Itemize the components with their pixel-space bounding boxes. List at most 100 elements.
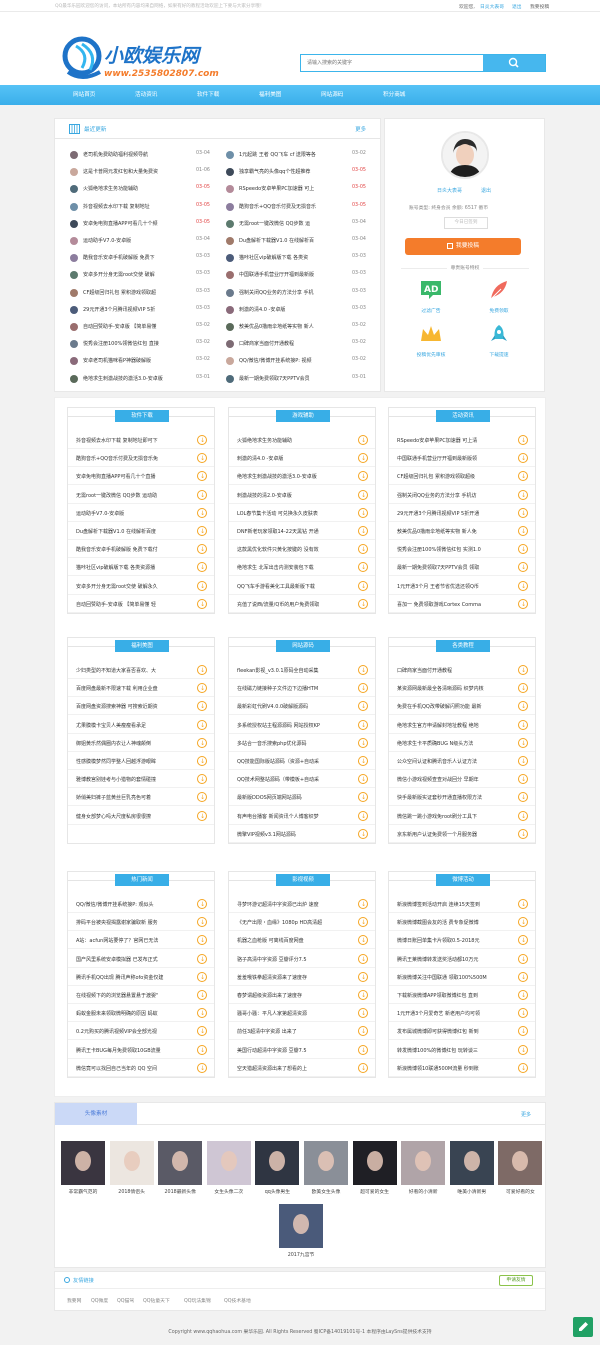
download-icon[interactable]: ↓ <box>358 489 368 500</box>
category-item[interactable]: 腾讯手机QQ出现 腾讯声称ofo资金仅建 ↓ <box>68 969 214 986</box>
avatar-thumb-image[interactable] <box>279 1204 323 1248</box>
download-icon[interactable]: ↓ <box>358 1026 368 1037</box>
category-item[interactable]: 空天猎超清资源出来了想看的上 ↓ <box>229 1060 375 1077</box>
avatar-thumb-image[interactable] <box>401 1141 446 1185</box>
recent-item-title[interactable]: 1元起跳 王者 QQ飞车 cf 送限等各 <box>239 151 349 158</box>
download-icon[interactable]: ↓ <box>518 701 528 712</box>
avatar-thumb-image[interactable] <box>498 1141 543 1185</box>
download-icon[interactable]: ↓ <box>518 683 528 694</box>
download-icon[interactable]: ↓ <box>358 453 368 464</box>
category-item-title[interactable]: 口碑商家当面付开通教程 <box>397 667 509 674</box>
category-item[interactable]: QQ技能国际版站源码（资源+自动采 ↓ <box>229 753 375 770</box>
avatar-thumb-caption[interactable]: 好看的小清新 <box>401 1188 445 1195</box>
category-item[interactable]: 京东新用户认证免费领一个月服务器 ↓ <box>389 826 535 843</box>
download-icon[interactable]: ↓ <box>358 683 368 694</box>
download-icon[interactable]: ↓ <box>197 990 207 1000</box>
category-title[interactable]: 微博活动 <box>436 874 490 886</box>
download-icon[interactable]: ↓ <box>358 435 368 445</box>
download-icon[interactable]: ↓ <box>358 665 368 675</box>
category-item[interactable]: 敖美优品0撸雨伞地纸等实物 新人免 ↓ <box>389 523 535 540</box>
avatar-thumb[interactable]: 可爱好看的女 <box>498 1141 543 1197</box>
avatar-thumb[interactable]: 欧美女生头像 <box>304 1141 348 1197</box>
download-icon[interactable]: ↓ <box>358 598 368 609</box>
category-title[interactable]: 网站源码 <box>276 640 330 652</box>
search-button[interactable] <box>483 55 545 71</box>
category-item-title[interactable]: 微信跳一跳小游戏免root刷分工具下 <box>397 813 509 820</box>
category-item[interactable]: 蚂蚁金服未来领取微明确的原因 蚂蚁 ↓ <box>68 1005 214 1023</box>
download-icon[interactable]: ↓ <box>358 507 368 518</box>
download-icon[interactable]: ↓ <box>197 917 207 928</box>
download-icon[interactable]: ↓ <box>518 489 528 500</box>
category-item[interactable]: 在线视频下的的浏览器悬置悬于渡婴" ↓ <box>68 987 214 1004</box>
download-icon[interactable]: ↓ <box>197 526 207 536</box>
recent-item-title[interactable]: 火狐绝地求生务功能辅助 <box>83 185 193 192</box>
category-item-title[interactable]: 充值了说西/流量/Q币的用户免费领取 <box>237 601 349 608</box>
download-icon[interactable]: ↓ <box>518 526 528 536</box>
recent-item-title[interactable]: 强制关闭QQ业务的方法分享 手机 <box>239 289 349 296</box>
category-item[interactable]: 骚哥小骚：平凡人家第超清资源 ↓ <box>229 1005 375 1023</box>
recent-item[interactable]: 酷狗音乐+QQ音乐付费及无损音乐 03-05 <box>211 201 374 213</box>
category-item[interactable]: 微信竟可以找回自己当年的 QQ 空间 ↓ <box>68 1060 214 1077</box>
download-icon[interactable]: ↓ <box>518 1062 528 1073</box>
category-item-title[interactable]: 京东新用户认证免费领一个月服务器 <box>397 831 509 838</box>
category-item-title[interactable]: 刺激的清4.0 -安卓版 <box>237 455 349 462</box>
category-item-title[interactable]: 寻梦环游记超清中字资源已出炉 速度 <box>237 901 349 908</box>
friend-link[interactable]: QQ技术基地 <box>224 1297 251 1304</box>
category-item-title[interactable]: 酷狗音乐+QQ音乐付费及无损音乐免 <box>76 455 188 462</box>
recent-item[interactable]: 安卓免电狗直播APP可看几十个频 03-05 <box>55 218 218 230</box>
category-item[interactable]: 公众空间认证和腾讯音乐人认证方法 ↓ <box>389 753 535 770</box>
download-icon[interactable]: ↓ <box>518 1008 528 1019</box>
floating-edit-button[interactable] <box>573 1317 593 1337</box>
category-item[interactable]: 中国联通手机营业厅开福到最新版领 ↓ <box>389 450 535 468</box>
category-item-title[interactable]: 下载新浪微博APP领取微博红包 直到 <box>397 992 509 999</box>
download-icon[interactable]: ↓ <box>518 1026 528 1037</box>
recent-item[interactable]: 运动助手V7.0-安卓版 03-04 <box>55 235 218 247</box>
recent-item-title[interactable]: 口碑商家当面付开通教程 <box>239 340 349 347</box>
signed-in-button[interactable]: 今日已签到 <box>444 217 488 229</box>
recent-item-title[interactable]: 老司机免费助助福利视频导航 <box>83 151 193 158</box>
recent-item-title[interactable]: 安卓免电狗直播APP可看几十个频 <box>83 220 193 227</box>
download-icon[interactable]: ↓ <box>197 507 207 518</box>
category-title[interactable]: 福利美图 <box>115 640 169 652</box>
category-item[interactable]: 腾讯王莱微博转发送奖活动都10万元 ↓ <box>389 951 535 968</box>
download-icon[interactable]: ↓ <box>197 683 207 694</box>
recent-item[interactable]: 刺激的清4.0 -安卓版 03-03 <box>211 304 374 316</box>
download-icon[interactable]: ↓ <box>197 562 207 573</box>
recent-item-title[interactable]: 敖美优品0撸雨伞地纸等实物 新人 <box>239 323 349 330</box>
avatar-thumb-caption[interactable]: 超可爱的女生 <box>353 1188 397 1195</box>
category-item[interactable]: 《无产出限・血缘》1080p HD高清超 ↓ <box>229 914 375 932</box>
download-icon[interactable]: ↓ <box>197 719 207 730</box>
recent-item-title[interactable]: 中国联通手机营业厅开福到最新版 <box>239 271 349 278</box>
download-icon[interactable]: ↓ <box>358 719 368 730</box>
category-item-title[interactable]: QQ/微信/微博开挂系统接P: 观似头 <box>76 901 188 908</box>
category-item-title[interactable]: 喜加一 免费领取游戏Cortex Comma <box>397 601 509 608</box>
category-item[interactable]: 猫咔社区vip破解版下载 各类资源播 ↓ <box>68 559 214 577</box>
category-item-title[interactable]: 《无产出限・血缘》1080p HD高清超 <box>237 919 349 926</box>
recent-item-title[interactable]: QQ/微信/微博开挂系统接P: 视频 <box>239 357 349 364</box>
avatar-thumb-image[interactable] <box>61 1141 105 1185</box>
category-item-title[interactable]: 强制关闭QQ业务的方法分享 手机访 <box>397 492 509 499</box>
apply-friend-link-button[interactable]: 申请友情 <box>499 1275 533 1286</box>
recent-item-title[interactable]: 自动回赞助手-安卓版 【简单易懂 <box>83 323 193 330</box>
category-item[interactable]: 百度网盘资源搜索神器 可搜索近期资 ↓ <box>68 698 214 716</box>
category-item-title[interactable]: 在线磁力链接种子文件边下边播HTM <box>237 685 349 692</box>
recent-item-title[interactable]: 无需root一键改微信 QQ步数 运 <box>239 220 349 227</box>
download-icon[interactable]: ↓ <box>518 598 528 609</box>
category-item-title[interactable]: 有声电台播客 新闻资讯个人博客织梦 <box>237 813 349 820</box>
download-icon[interactable]: ↓ <box>518 435 528 445</box>
category-item[interactable]: 多站合一音乐搜索php优化源码 ↓ <box>229 735 375 752</box>
recent-item[interactable]: 29元开通3个月腾讯视频VIP 5折 03-03 <box>55 304 218 316</box>
download-icon[interactable]: ↓ <box>358 953 368 964</box>
avatar-thumb-image[interactable] <box>352 1141 397 1185</box>
download-icon[interactable]: ↓ <box>197 471 207 482</box>
category-item-title[interactable]: 酷我音乐安卓手机破解版 免费下载付 <box>76 546 188 553</box>
category-item-title[interactable]: 悦秀会注册100%领微信红包 实测1.0 <box>397 546 509 553</box>
recent-item[interactable]: 敖美优品0撸雨伞地纸等实物 新人 03-02 <box>211 321 374 333</box>
recent-item[interactable]: 绝地求生刺激战技的激活3.0-安卓版 03-01 <box>55 373 218 385</box>
category-item-title[interactable]: 某资源网最新最全各清晰源码 织梦内核 <box>397 685 509 692</box>
download-icon[interactable]: ↓ <box>358 471 368 482</box>
download-icon[interactable]: ↓ <box>197 1062 207 1073</box>
recent-item[interactable]: 猫咔社区vip破解版下载 各类资 03-03 <box>211 252 374 264</box>
category-item-title[interactable]: QQ技术网整站源码（带模板+自动采 <box>237 776 349 783</box>
category-item-title[interactable]: 多站合一音乐搜索php优化源码 <box>237 740 349 747</box>
